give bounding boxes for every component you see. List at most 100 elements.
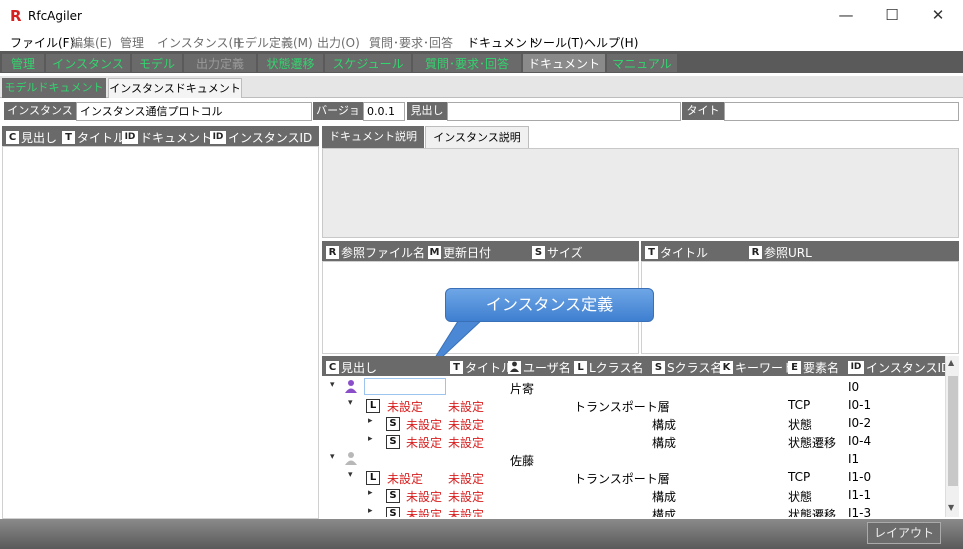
title-bar: R RfcAgiler — ☐ ✕: [0, 0, 963, 32]
description-text-area[interactable]: [322, 148, 959, 238]
menu-instance[interactable]: インスタンス(I): [157, 34, 241, 51]
col-tree-instance-id[interactable]: ID インスタンスID: [848, 359, 950, 376]
expand-arrow-icon[interactable]: ▸: [368, 506, 373, 516]
menu-help[interactable]: ヘルプ(H): [584, 34, 638, 51]
tab-document[interactable]: ドキュメント: [523, 54, 605, 72]
instance-tree-header: C 見出し T タイトル ユーザ名 L Lクラス名 S Sクラス名 K キーワード E 要素…: [322, 356, 950, 376]
tree-row[interactable]: ▾ 佐藤 I1: [322, 450, 945, 468]
minimize-button[interactable]: —: [823, 0, 869, 32]
col-tree-keyword[interactable]: K キーワード: [720, 359, 795, 376]
reference-url-header: T タイトル R 参照URL: [641, 241, 959, 261]
tab-output-definition[interactable]: 出力定義: [184, 54, 256, 72]
maximize-button[interactable]: ☐: [869, 0, 915, 32]
menu-qa[interactable]: 質問･要求･回答: [369, 34, 453, 51]
version-label: バージョン: [313, 102, 363, 135]
tree-row[interactable]: ▾ L 未設定 未設定 トランスポート層 TCP I1-0: [322, 468, 945, 486]
tab-manage[interactable]: 管理: [2, 54, 44, 72]
app-title: RfcAgiler: [28, 9, 82, 23]
layout-button[interactable]: レイアウト: [867, 522, 941, 544]
close-button[interactable]: ✕: [915, 0, 961, 32]
heading-edit-field[interactable]: [364, 378, 446, 395]
col-ref-filename[interactable]: R 参照ファイル名: [326, 244, 425, 261]
tab-instance-document[interactable]: インスタンスドキュメント: [108, 78, 242, 98]
tree-row[interactable]: ▸ S 未設定 未設定 構成 状態遷移 I0-4: [322, 432, 945, 450]
row-sclass: 構成: [652, 490, 677, 504]
tree-scrollbar[interactable]: ▲ ▼: [945, 356, 959, 517]
col-updated-date[interactable]: M 更新日付: [428, 244, 491, 261]
tree-row[interactable]: ▸ S 未設定 未設定 構成 状態 I1-1: [322, 486, 945, 504]
scroll-thumb[interactable]: [948, 376, 958, 486]
sclass-icon: S: [386, 505, 400, 517]
col-tree-sclass[interactable]: S Sクラス名: [652, 359, 722, 376]
expand-arrow-icon[interactable]: ▸: [368, 434, 373, 444]
sclass-icon: S: [386, 415, 400, 431]
tree-row[interactable]: ▸ S 未設定 未設定 構成 状態遷移 I1-3: [322, 504, 945, 517]
main-tab-bar: 管理 インスタンス モデル 出力定義 状態遷移 スケジュール 質問･要求･回答 …: [0, 51, 963, 73]
collapse-arrow-icon[interactable]: ▾: [330, 452, 335, 462]
row-title: 未設定: [448, 508, 485, 517]
reference-file-header: R 参照ファイル名 M 更新日付 S サイズ: [322, 241, 639, 261]
version-field[interactable]: 0.0.1: [363, 102, 405, 121]
instance-name-field[interactable]: インスタンス通信プロトコル: [76, 102, 312, 121]
heading-edit-field[interactable]: [364, 450, 446, 467]
heading-field[interactable]: [447, 102, 681, 121]
col-instance-id[interactable]: ID インスタンスID: [210, 129, 312, 146]
scroll-up-icon[interactable]: ▲: [948, 358, 954, 367]
row-heading: 未設定: [387, 472, 424, 486]
col-ref-title[interactable]: T タイトル: [645, 244, 708, 261]
tab-instance[interactable]: インスタンス: [46, 54, 130, 72]
instance-tree[interactable]: ▾ 片寄 I0 ▾ L 未設定 未設定 トランスポート層 TCP I0-1 ▸ S 未設定 未設定 構成 状態…: [322, 376, 945, 517]
tab-schedule[interactable]: スケジュール: [325, 54, 411, 72]
scroll-down-icon[interactable]: ▼: [948, 503, 954, 512]
row-heading: 未設定: [406, 418, 443, 432]
col-title[interactable]: T タイトル: [62, 129, 125, 146]
menu-edit[interactable]: 編集(E): [71, 34, 112, 51]
menu-file[interactable]: ファイル(F): [10, 34, 74, 51]
row-element: 状態: [788, 418, 813, 432]
tree-row[interactable]: ▾ 片寄 I0: [322, 378, 945, 396]
user-col-icon: [508, 361, 521, 374]
menu-manage[interactable]: 管理: [120, 34, 144, 51]
col-ref-url[interactable]: R 参照URL: [749, 244, 812, 261]
row-element: 状態: [788, 490, 813, 504]
tab-manual[interactable]: マニュアル: [607, 54, 677, 72]
col-tree-heading[interactable]: C 見出し: [326, 359, 377, 376]
reference-url-list[interactable]: [641, 261, 959, 354]
collapse-arrow-icon[interactable]: ▾: [348, 470, 353, 480]
col-title-badge: T: [62, 131, 75, 144]
row-instance-id: I1: [848, 452, 860, 466]
col-tree-element[interactable]: E 要素名: [788, 359, 839, 376]
tree-row[interactable]: ▸ S 未設定 未設定 構成 状態 I0-2: [322, 414, 945, 432]
row-title: 未設定: [448, 490, 485, 504]
row-title: 未設定: [448, 400, 485, 414]
col-heading[interactable]: C 見出し: [6, 129, 57, 146]
row-sclass: 構成: [652, 418, 677, 432]
tab-document-description[interactable]: ドキュメント説明: [322, 126, 424, 148]
document-list[interactable]: [2, 146, 319, 519]
title-field[interactable]: [724, 102, 959, 121]
tab-qa[interactable]: 質問･要求･回答: [413, 54, 521, 72]
row-heading: 未設定: [387, 400, 424, 414]
sclass-icon: S: [386, 433, 400, 449]
menu-output[interactable]: 出力(O): [317, 34, 360, 51]
collapse-arrow-icon[interactable]: ▾: [348, 398, 353, 408]
tab-instance-description[interactable]: インスタンス説明: [425, 126, 529, 148]
row-element: TCP: [788, 470, 811, 484]
menu-bar: ファイル(F) 編集(E) 管理 インスタンス(I) モデル定義(M) 出力(O…: [0, 32, 963, 51]
col-tree-lclass[interactable]: L Lクラス名: [574, 359, 643, 376]
expand-arrow-icon[interactable]: ▸: [368, 416, 373, 426]
col-tree-title[interactable]: T タイトル: [450, 359, 513, 376]
col-size[interactable]: S サイズ: [532, 244, 583, 261]
collapse-arrow-icon[interactable]: ▾: [330, 380, 335, 390]
user-icon: [344, 379, 358, 396]
tree-row[interactable]: ▾ L 未設定 未設定 トランスポート層 TCP I0-1: [322, 396, 945, 414]
tab-model[interactable]: モデル: [132, 54, 182, 72]
tab-state-transition[interactable]: 状態遷移: [258, 54, 323, 72]
menu-document[interactable]: ドキュメント: [467, 34, 539, 51]
menu-model-definition[interactable]: モデル定義(M): [233, 34, 313, 51]
tab-model-document[interactable]: モデルドキュメント: [2, 78, 106, 98]
lclass-icon: L: [366, 469, 380, 485]
menu-tools[interactable]: ツール(T): [531, 34, 584, 51]
col-tree-user[interactable]: ユーザ名: [508, 359, 571, 376]
expand-arrow-icon[interactable]: ▸: [368, 488, 373, 498]
